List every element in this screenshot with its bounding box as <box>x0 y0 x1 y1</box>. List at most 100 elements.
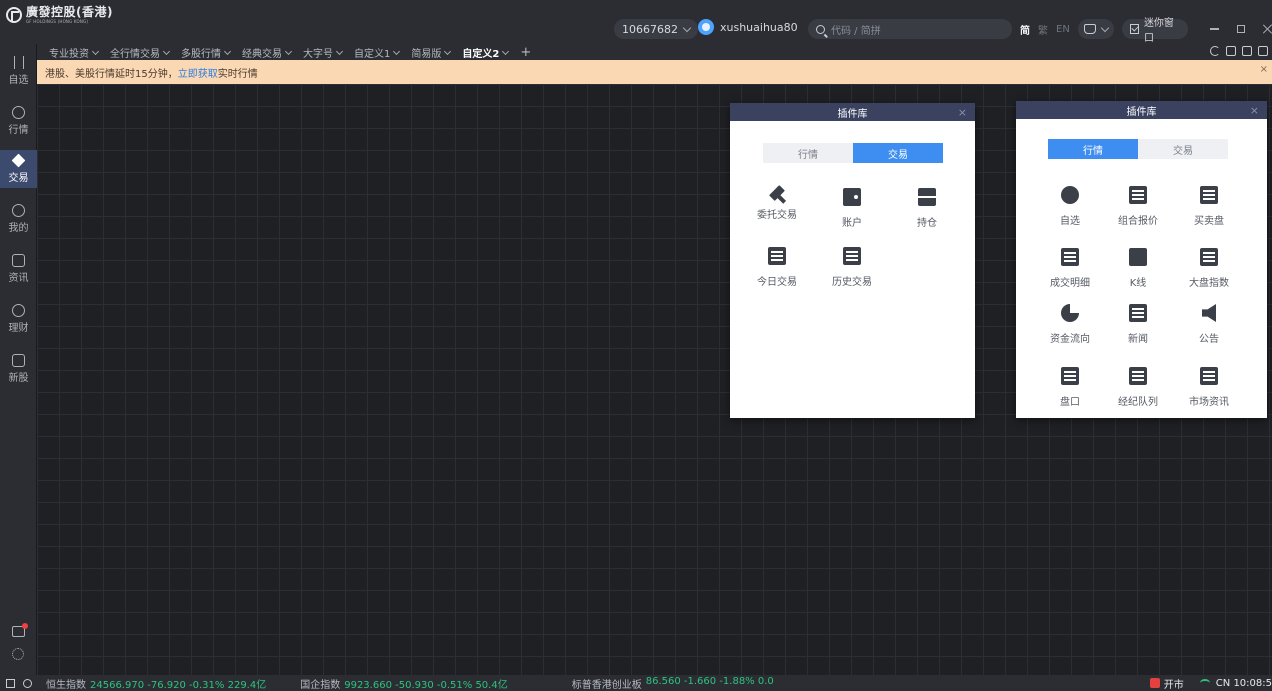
plugin-library-trade: 插件库 × 行情 交易 委托交易 账户 持仓 今日交易 历史交易 <box>730 103 975 418</box>
minimize-button[interactable] <box>1209 28 1219 30</box>
plugin-category-switch: 行情 交易 <box>763 143 943 163</box>
panel-toggle-icon[interactable] <box>6 678 15 688</box>
chevron-down-icon <box>393 47 401 55</box>
message-icon[interactable] <box>12 623 28 637</box>
tab-simple[interactable]: 简易版 <box>411 44 452 60</box>
plugin-category-switch: 行情 交易 <box>1048 139 1228 159</box>
index-value: 24566.970 -76.920 -0.31% 229.4亿 <box>90 679 267 691</box>
maximize-button[interactable] <box>1236 25 1245 33</box>
plugin-today-trades[interactable]: 今日交易 <box>747 247 807 288</box>
close-panel-button[interactable]: × <box>1250 104 1259 117</box>
chevron-down-icon <box>162 47 171 55</box>
get-realtime-link[interactable]: 立即获取 <box>178 65 218 80</box>
sidebar: 自选 行情 交易 我的 资讯 理财 新股 <box>0 44 37 675</box>
plugin-kline[interactable]: K线 <box>1108 248 1168 289</box>
lang-simplified-button[interactable]: 简 <box>1020 22 1030 37</box>
plugin-announcement[interactable]: 公告 <box>1179 304 1239 345</box>
seg-quote[interactable]: 行情 <box>763 143 853 163</box>
lang-traditional-button[interactable]: 繁 <box>1038 22 1048 37</box>
speaker-icon <box>1202 304 1216 322</box>
chevron-down-icon <box>682 23 692 32</box>
mini-window-toggle[interactable]: 迷你窗口 <box>1121 18 1188 44</box>
index-hsi[interactable]: 恒生指数 24566.970 -76.920 -0.31% 229.4亿 <box>46 676 266 691</box>
delay-notice-banner: 港股、美股行情延时15分钟， 立即获取 实时行情 × <box>37 60 1272 84</box>
tab-custom-2[interactable]: 自定义2 <box>462 44 510 60</box>
tab-label: 简易版 <box>411 48 442 60</box>
title-bar: 廣發控股(香港) GF HOLDINGS (HONG KONG) 1066768… <box>0 0 1272 44</box>
plugin-news[interactable]: 新闻 <box>1108 304 1168 345</box>
tab-pro-invest[interactable]: 专业投资 <box>49 44 100 60</box>
notification-dot <box>22 623 28 629</box>
plugin-account[interactable]: 账户 <box>822 188 882 229</box>
account-number: 10667682 <box>622 22 678 36</box>
tab-custom-1[interactable]: 自定义1 <box>354 44 401 60</box>
plugin-fund-flow[interactable]: 资金流向 <box>1040 304 1100 345</box>
sidebar-item-label: 我的 <box>8 223 29 234</box>
sidebar-item-label: 新股 <box>8 373 29 384</box>
close-window-button[interactable] <box>1263 24 1272 34</box>
plugin-order-panel[interactable]: 盘口 <box>1040 367 1100 408</box>
plugin-order-book[interactable]: 买卖盘 <box>1179 186 1239 227</box>
tab-full-trade[interactable]: 全行情交易 <box>110 44 171 60</box>
panel-header: 插件库 × <box>1016 101 1267 119</box>
close-panel-button[interactable]: × <box>958 106 967 119</box>
search-placeholder: 代码 / 简拼 <box>831 25 881 37</box>
skin-selector[interactable] <box>1077 19 1114 39</box>
plugin-trade-detail[interactable]: 成交明细 <box>1040 248 1100 289</box>
order-book-icon <box>1200 186 1218 204</box>
plugin-watchlist[interactable]: 自选 <box>1040 186 1100 227</box>
tab-classic-trade[interactable]: 经典交易 <box>242 44 293 60</box>
seg-trade[interactable]: 交易 <box>853 143 943 163</box>
plugin-market-index[interactable]: 大盘指数 <box>1179 248 1239 289</box>
sidebar-item-quotes[interactable]: 行情 <box>0 106 37 136</box>
plugin-history-trades[interactable]: 历史交易 <box>822 247 882 288</box>
index-name: 国企指数 <box>300 679 341 691</box>
sidebar-item-wealth[interactable]: 理财 <box>0 304 37 334</box>
plugin-order-trade[interactable]: 委托交易 <box>747 185 807 221</box>
mini-window-label: 迷你窗口 <box>1143 18 1174 44</box>
candlestick-icon <box>13 56 24 69</box>
tab-label: 全行情交易 <box>110 48 160 60</box>
lang-en-button[interactable]: EN <box>1056 24 1070 35</box>
layout-icon[interactable] <box>1258 46 1268 56</box>
index-sp-gem[interactable]: 标普香港创业板 86.560 -1.660 -1.88% 0.0 <box>572 676 774 691</box>
document-icon <box>12 254 25 267</box>
close-notice-button[interactable]: × <box>1260 64 1268 75</box>
plugin-label: 今日交易 <box>757 277 797 288</box>
tab-large-font[interactable]: 大字号 <box>303 44 344 60</box>
seg-quote[interactable]: 行情 <box>1048 139 1138 159</box>
coin-icon <box>12 304 25 317</box>
search-input[interactable]: 代码 / 简拼 <box>808 19 1012 39</box>
plugin-label: 资金流向 <box>1050 334 1090 345</box>
sync-icon[interactable] <box>23 678 32 688</box>
plugin-broker-queue[interactable]: 经纪队列 <box>1108 367 1168 408</box>
plugin-market-info[interactable]: 市场资讯 <box>1179 367 1239 408</box>
add-tab-button[interactable]: + <box>520 45 531 60</box>
index-value: 9923.660 -50.930 -0.51% 50.4亿 <box>344 679 508 691</box>
lock-icon[interactable] <box>1226 46 1236 56</box>
sidebar-item-mine[interactable]: 我的 <box>0 204 37 234</box>
chart-doc-icon <box>1129 186 1147 204</box>
sidebar-item-news[interactable]: 资讯 <box>0 254 37 284</box>
account-selector[interactable]: 10667682 <box>614 19 698 39</box>
plugin-label: 组合报价 <box>1118 216 1158 227</box>
sidebar-item-ipo[interactable]: 新股 <box>0 354 37 384</box>
status-bar: 恒生指数 24566.970 -76.920 -0.31% 229.4亿 国企指… <box>0 675 1272 691</box>
plugin-positions[interactable]: 持仓 <box>897 188 957 229</box>
refresh-icon[interactable] <box>1210 46 1220 56</box>
layout-tabs: 专业投资 全行情交易 多股行情 经典交易 大字号 自定义1 简易版 自定义2 + <box>37 44 1272 60</box>
user-menu[interactable]: xushuaihua80 <box>698 19 798 35</box>
plugin-label: 盘口 <box>1060 397 1080 408</box>
tab-multi-quote[interactable]: 多股行情 <box>181 44 232 60</box>
tab-label: 多股行情 <box>181 48 221 60</box>
seg-trade[interactable]: 交易 <box>1138 139 1228 159</box>
news-icon <box>1129 304 1147 322</box>
plugin-combo-quote[interactable]: 组合报价 <box>1108 186 1168 227</box>
index-hscei[interactable]: 国企指数 9923.660 -50.930 -0.51% 50.4亿 <box>300 676 508 691</box>
save-layout-icon[interactable] <box>1242 46 1252 56</box>
sidebar-item-watchlist[interactable]: 自选 <box>0 56 37 86</box>
sidebar-item-label: 自选 <box>8 75 29 86</box>
sidebar-item-trade[interactable]: 交易 <box>0 150 37 188</box>
settings-gear-icon[interactable] <box>12 648 24 660</box>
doc-clock-icon <box>843 247 861 265</box>
